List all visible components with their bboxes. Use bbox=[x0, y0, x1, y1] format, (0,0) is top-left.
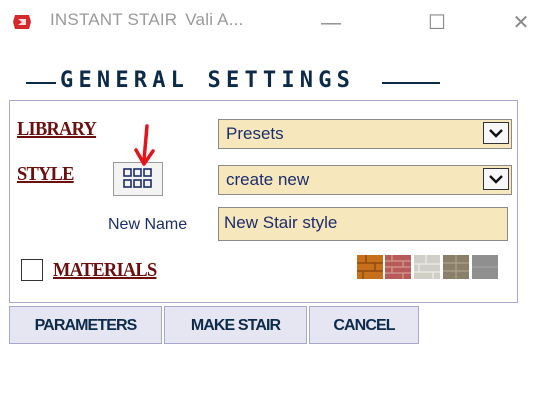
library-dropdown-button[interactable] bbox=[483, 122, 509, 144]
library-select[interactable]: Presets bbox=[218, 119, 512, 149]
window-title: INSTANT STAIR Vali A... bbox=[50, 10, 243, 30]
section-header: GENERAL SETTINGS bbox=[10, 66, 440, 98]
chevron-down-icon bbox=[489, 175, 503, 184]
new-name-input[interactable]: New Stair style bbox=[218, 207, 508, 241]
brick-texture-icon bbox=[385, 255, 411, 279]
material-swatch-stone[interactable] bbox=[414, 255, 440, 279]
title-bar: INSTANT STAIR Vali A... — ☐ ✕ bbox=[0, 0, 560, 44]
header-line-right bbox=[382, 82, 440, 84]
cancel-button[interactable]: CANCEL bbox=[309, 306, 419, 344]
new-name-value: New Stair style bbox=[224, 213, 338, 232]
material-swatch-wood[interactable] bbox=[357, 255, 383, 279]
material-swatch-tile[interactable] bbox=[443, 255, 469, 279]
style-select[interactable]: create new bbox=[218, 165, 512, 195]
close-button[interactable]: ✕ bbox=[498, 8, 544, 38]
app-subtitle: Vali A... bbox=[185, 10, 244, 29]
library-value: Presets bbox=[226, 124, 284, 143]
minimize-button[interactable]: — bbox=[308, 8, 354, 38]
style-value: create new bbox=[226, 170, 310, 189]
section-title: GENERAL SETTINGS bbox=[60, 68, 356, 93]
maximize-button[interactable]: ☐ bbox=[414, 8, 460, 38]
tile-texture-icon bbox=[443, 255, 469, 279]
stone-texture-icon bbox=[414, 255, 440, 279]
header-line-left bbox=[26, 82, 56, 84]
library-label[interactable]: LIBRARY bbox=[17, 118, 97, 141]
make-stair-button[interactable]: MAKE STAIR bbox=[164, 306, 307, 344]
materials-checkbox[interactable] bbox=[21, 259, 43, 281]
materials-label[interactable]: MATERIALS bbox=[53, 259, 157, 282]
style-dropdown-button[interactable] bbox=[483, 168, 509, 190]
material-swatch-brick[interactable] bbox=[385, 255, 411, 279]
app-title: INSTANT STAIR bbox=[50, 10, 178, 29]
wood-texture-icon bbox=[357, 255, 383, 279]
style-label[interactable]: STYLE bbox=[17, 163, 74, 186]
chevron-down-icon bbox=[489, 129, 503, 138]
parameters-button[interactable]: PARAMETERS bbox=[9, 306, 162, 344]
new-name-label: New Name bbox=[108, 216, 188, 233]
sketchup-icon bbox=[13, 15, 31, 29]
concrete-texture-icon bbox=[472, 266, 498, 268]
material-swatch-concrete[interactable] bbox=[472, 255, 498, 279]
red-arrow-icon bbox=[134, 124, 155, 166]
